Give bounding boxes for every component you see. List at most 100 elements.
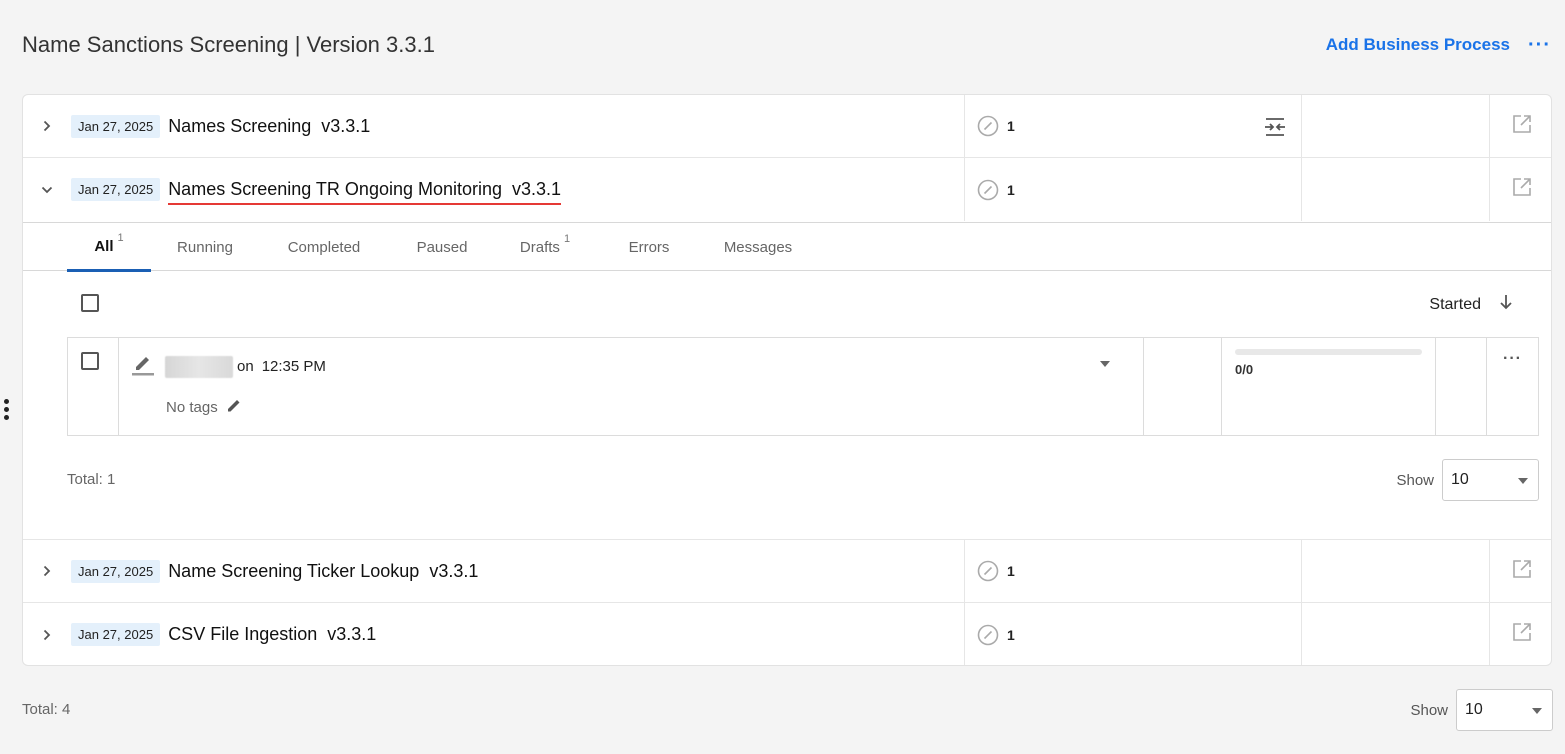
open-external-cell [1489, 158, 1551, 221]
page-title: Name Sanctions Screening | Version 3.3.1 [22, 32, 435, 57]
vertical-dots-handle-icon[interactable] [4, 399, 9, 420]
open-external-icon[interactable] [1512, 559, 1532, 584]
tags-label: No tags [166, 398, 218, 416]
tab-paused[interactable]: Paused [403, 223, 481, 271]
empty-cell [1301, 95, 1489, 157]
instances-total: Total: 1 [67, 471, 116, 488]
instance-empty-cell [1436, 338, 1487, 435]
caret-down-icon [1532, 701, 1542, 719]
no-entry-icon [977, 179, 999, 201]
header-actions: Add Business Process ··· [1326, 35, 1551, 55]
date-badge: Jan 27, 2025 [71, 559, 161, 583]
open-external-icon[interactable] [1512, 114, 1532, 139]
business-process-list: Jan 27, 2025 Names Screening v3.3.1 1 Ja… [22, 94, 1552, 666]
select-all-checkbox[interactable] [81, 294, 99, 312]
empty-cell [1301, 158, 1489, 221]
date-badge: Jan 27, 2025 [71, 178, 161, 201]
tab-label: Paused [416, 238, 468, 256]
empty-cell [1301, 540, 1489, 602]
chevron-down-icon[interactable] [41, 184, 53, 196]
tab-label: Drafts [519, 238, 560, 256]
process-row[interactable]: Jan 27, 2025 CSV File Ingestion v3.3.1 1 [23, 603, 1551, 665]
process-main-cell: Jan 27, 2025 Names Screening TR Ongoing … [23, 158, 964, 221]
process-row[interactable]: Jan 27, 2025 Name Screening Ticker Looku… [23, 540, 1551, 603]
start-time: 12:35 PM [261, 358, 326, 375]
page-size-value: 10 [1451, 471, 1469, 488]
tab-completed[interactable]: Completed [273, 223, 375, 271]
processes-page-size: Show 10 [1410, 689, 1553, 731]
instance-empty-cell [1144, 338, 1222, 435]
date-badge: Jan 27, 2025 [71, 623, 161, 646]
instance-count: 1 [1007, 626, 1015, 643]
instance-checkbox[interactable] [81, 352, 99, 370]
instance-progress-cell: 0/0 [1222, 338, 1436, 435]
instance-more-cell: ··· [1487, 338, 1539, 435]
arrow-down-icon[interactable] [1499, 294, 1513, 315]
tab-drafts[interactable]: Drafts 1 [509, 223, 581, 271]
edit-tags-icon[interactable] [226, 397, 242, 417]
user-avatar-redacted [165, 356, 233, 378]
tab-badge: 1 [563, 233, 571, 245]
no-entry-icon [977, 624, 999, 646]
tab-label: Errors [628, 238, 670, 256]
caret-down-icon [1518, 471, 1528, 489]
tab-running[interactable]: Running [161, 223, 249, 271]
instance-count: 1 [1007, 563, 1015, 579]
tab-label: Completed [287, 238, 361, 256]
progress-bar [1235, 349, 1422, 355]
tab-errors[interactable]: Errors [613, 223, 685, 271]
tab-label: Messages [723, 238, 793, 256]
sort-label: Started [1429, 295, 1481, 313]
page-size-value: 10 [1465, 701, 1483, 718]
instance-row[interactable]: on 12:35 PM No tags 0/0 ··· [67, 337, 1539, 436]
processes-total: Total: 4 [22, 701, 71, 718]
instance-check-cell [68, 338, 119, 435]
process-name[interactable]: Names Screening v3.3.1 [168, 116, 370, 137]
process-main-cell: Jan 27, 2025 Names Screening v3.3.1 [23, 95, 964, 157]
page-size-select[interactable]: 10 [1456, 689, 1553, 731]
instance-count: 1 [1007, 118, 1015, 134]
empty-cell [1301, 603, 1489, 665]
process-row[interactable]: Jan 27, 2025 Names Screening v3.3.1 1 [23, 95, 1551, 158]
instance-more-button[interactable]: ··· [1503, 350, 1522, 368]
process-row-expanded[interactable]: Jan 27, 2025 Names Screening TR Ongoing … [23, 158, 1551, 221]
flow-transfer-icon[interactable] [1263, 116, 1287, 143]
instance-started: on 12:35 PM [237, 358, 326, 375]
show-label: Show [1396, 471, 1434, 489]
progress-text: 0/0 [1235, 362, 1254, 377]
page-header: Name Sanctions Screening | Version 3.3.1… [22, 28, 1551, 62]
tab-label: All [94, 237, 114, 255]
process-name[interactable]: Name Screening Ticker Lookup v3.3.1 [168, 561, 478, 582]
process-main-cell: Jan 27, 2025 Name Screening Ticker Looku… [23, 540, 964, 602]
show-label: Show [1410, 701, 1448, 719]
instance-count-cell: 1 [964, 95, 1301, 157]
process-name[interactable]: CSV File Ingestion v3.3.1 [168, 624, 376, 645]
on-label: on [237, 358, 254, 375]
instance-main-cell: on 12:35 PM No tags [119, 338, 1144, 435]
open-external-cell [1489, 95, 1551, 157]
chevron-right-icon[interactable] [41, 120, 53, 132]
instance-count-cell: 1 [964, 158, 1301, 221]
chevron-right-icon[interactable] [41, 629, 53, 641]
open-external-cell [1489, 603, 1551, 665]
chevron-right-icon[interactable] [41, 565, 53, 577]
tab-badge: 1 [117, 232, 124, 244]
process-main-cell: Jan 27, 2025 CSV File Ingestion v3.3.1 [23, 603, 964, 665]
tab-label: Running [177, 238, 233, 256]
more-options-button[interactable]: ··· [1528, 35, 1551, 55]
tags-line: No tags [166, 397, 242, 417]
instances-panel: All 1 Running Completed Paused Drafts 1 Er… [23, 222, 1551, 540]
open-external-icon[interactable] [1512, 622, 1532, 647]
caret-down-icon[interactable] [1099, 355, 1111, 373]
tab-messages[interactable]: Messages [711, 223, 805, 271]
page-size-select[interactable]: 10 [1442, 459, 1539, 501]
instances-page-size: Show 10 [1396, 459, 1539, 501]
add-business-process-button[interactable]: Add Business Process [1326, 35, 1510, 55]
instance-count-cell: 1 [964, 540, 1301, 602]
open-external-icon[interactable] [1512, 177, 1532, 202]
instance-count: 1 [1007, 181, 1015, 198]
sort-control[interactable]: Started [1429, 294, 1513, 315]
instance-count-cell: 1 [964, 603, 1301, 665]
tab-all[interactable]: All 1 [67, 223, 151, 272]
process-name[interactable]: Names Screening TR Ongoing Monitoring v3… [168, 179, 562, 205]
